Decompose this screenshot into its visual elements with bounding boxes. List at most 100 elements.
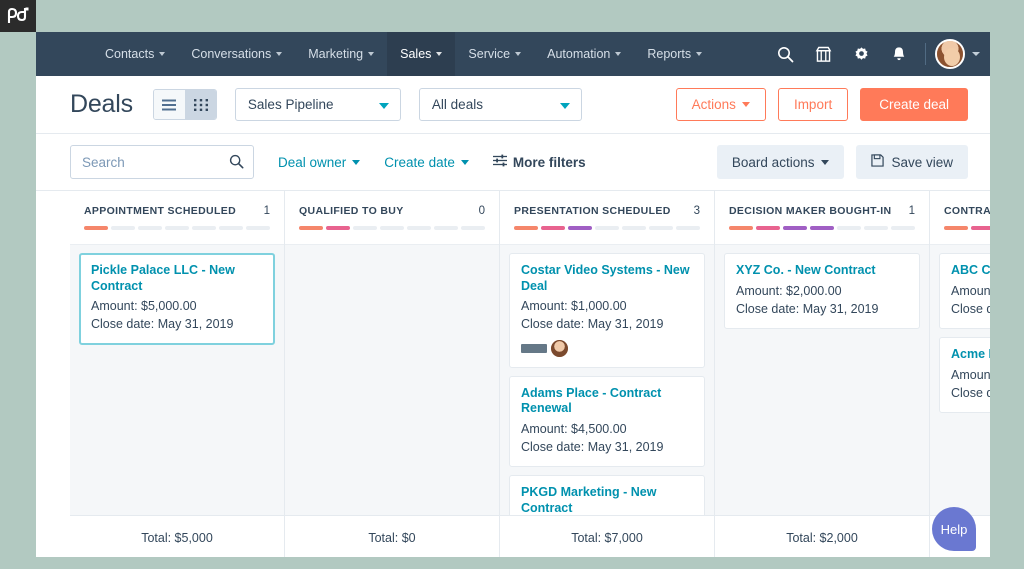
chevron-down-icon — [276, 52, 283, 56]
stage-progress-indicator — [944, 226, 990, 230]
stage-progress-segment — [568, 226, 592, 230]
help-button[interactable]: Help — [932, 507, 976, 551]
stage-progress-segment — [514, 226, 538, 230]
app-window: Contacts Conversations Marketing Sales S… — [36, 32, 990, 557]
more-filters-button[interactable]: More filters — [492, 154, 586, 170]
chevron-down-icon — [378, 102, 389, 109]
stage-progress-segment — [407, 226, 431, 230]
search-input[interactable] — [71, 146, 253, 178]
column-card-list[interactable] — [285, 245, 499, 515]
import-button[interactable]: Import — [777, 88, 849, 121]
pipeline-select[interactable]: Sales Pipeline — [234, 88, 401, 121]
deal-card-title[interactable]: PKGD Marketing - New Contract — [521, 485, 693, 515]
deal-card[interactable]: PKGD Marketing - New ContractAmount: $1,… — [509, 475, 705, 515]
stage-progress-segment — [891, 226, 915, 230]
notifications-bell-icon[interactable] — [880, 32, 918, 76]
deal-card-amount: Amount: $2,500.00 — [951, 367, 990, 382]
column-stage-name: DECISION MAKER BOUGHT-IN — [729, 205, 892, 217]
search-field[interactable] — [70, 145, 254, 179]
chevron-down-icon — [741, 102, 750, 107]
chevron-down-icon — [352, 159, 361, 165]
stage-progress-segment — [971, 226, 990, 230]
search-icon[interactable] — [229, 154, 244, 174]
stage-progress-segment — [353, 226, 377, 230]
chevron-down-icon — [821, 159, 830, 165]
save-view-button[interactable]: Save view — [856, 145, 968, 179]
column-total: Total: $2,000 — [715, 515, 929, 557]
column-header-row: APPOINTMENT SCHEDULED 1 — [84, 205, 270, 217]
deal-card[interactable]: Pickle Palace LLC - New Contract Amount: … — [79, 253, 275, 345]
deal-card-title[interactable]: Adams Place - Contract Renewal — [521, 386, 693, 417]
nav-item-service[interactable]: Service — [455, 32, 534, 76]
deals-filter-value: All deals — [431, 97, 483, 112]
settings-gear-icon[interactable] — [842, 32, 880, 76]
deal-card-title[interactable]: Pickle Palace LLC - New Contract — [91, 263, 263, 294]
header-actions: Actions Import Create deal — [675, 88, 968, 121]
board-actions-button[interactable]: Board actions — [716, 145, 845, 179]
column-stage-name: PRESENTATION SCHEDULED — [514, 205, 671, 217]
chevron-down-icon — [696, 52, 703, 56]
column-card-list[interactable]: ABC Co. - New Contract Amount: $3,000.00 C… — [930, 245, 990, 515]
create-deal-button[interactable]: Create deal — [860, 88, 968, 121]
deal-card-title[interactable]: Costar Video Systems - New Deal — [521, 263, 693, 294]
nav-label: Conversations — [191, 47, 272, 61]
deal-card-title[interactable]: Acme Inc. - New Contract — [951, 347, 990, 363]
deal-owner-filter[interactable]: Deal owner — [278, 155, 361, 170]
deal-card-amount: Amount: $2,000.00 — [736, 283, 842, 298]
top-navigation-bar: Contacts Conversations Marketing Sales S… — [36, 32, 990, 76]
deal-card[interactable]: Acme Inc. - New Contract Amount: $2,500.0… — [939, 336, 990, 413]
column-deal-count: 1 — [263, 205, 270, 217]
deal-card-title[interactable]: XYZ Co. - New Contract — [736, 263, 908, 279]
stage-progress-segment — [219, 226, 243, 230]
deals-filter-select[interactable]: All deals — [418, 88, 582, 121]
search-icon[interactable] — [766, 32, 804, 76]
nav-item-sales[interactable]: Sales — [387, 32, 456, 76]
create-date-filter[interactable]: Create date — [384, 155, 469, 170]
column-header: CONTRACT SENT — [930, 191, 990, 245]
nav-item-reports[interactable]: Reports — [634, 32, 715, 76]
column-header: DECISION MAKER BOUGHT-IN 1 — [715, 191, 929, 245]
nav-label: Marketing — [308, 47, 364, 61]
column-header-row: PRESENTATION SCHEDULED 3 — [514, 205, 700, 217]
nav-item-automation[interactable]: Automation — [534, 32, 634, 76]
column-card-list[interactable]: Costar Video Systems - New Deal Amount: $… — [500, 245, 714, 515]
nav-label: Contacts — [105, 47, 155, 61]
deal-card[interactable]: Costar Video Systems - New Deal Amount: $… — [509, 253, 705, 368]
board-column[interactable]: DECISION MAKER BOUGHT-IN 1 XYZ Co. - New C… — [715, 191, 930, 557]
column-card-list[interactable]: XYZ Co. - New Contract Amount: $2,000.00 C… — [715, 245, 929, 515]
column-total: Total: $7,000 — [500, 515, 714, 557]
nav-item-marketing[interactable]: Marketing — [295, 32, 387, 76]
chevron-down-icon — [615, 52, 622, 56]
column-header-row: CONTRACT SENT — [944, 205, 990, 217]
board-column[interactable]: APPOINTMENT SCHEDULED 1 Pickle Palace LLC … — [70, 191, 285, 557]
board-column[interactable]: PRESENTATION SCHEDULED 3 Costar Video Syst… — [500, 191, 715, 557]
owner-avatar-image — [551, 339, 568, 357]
board-column[interactable]: QUALIFIED TO BUY 0 Total: $0 — [285, 191, 500, 557]
user-menu[interactable] — [933, 39, 980, 69]
list-view-button[interactable] — [153, 90, 185, 119]
deal-card-amount: Amount: $4,500.00 — [521, 421, 627, 436]
chevron-down-icon — [972, 52, 980, 56]
deal-card-amount: Amount: $1,000.00 — [521, 299, 627, 314]
nav-item-conversations[interactable]: Conversations — [178, 32, 295, 76]
column-stage-name: APPOINTMENT SCHEDULED — [84, 205, 237, 217]
stage-progress-segment — [837, 226, 861, 230]
page-header: Deals Sales Pipeline All deals Actions I… — [36, 76, 990, 134]
column-card-list[interactable]: Pickle Palace LLC - New Contract Amount: … — [70, 245, 284, 515]
board-columns[interactable]: APPOINTMENT SCHEDULED 1 Pickle Palace LLC … — [36, 191, 990, 557]
board-column[interactable]: CONTRACT SENT ABC Co. - New Contract Amoun… — [930, 191, 990, 557]
nav-item-contacts[interactable]: Contacts — [92, 32, 178, 76]
owner-avatar — [551, 339, 568, 357]
deal-card[interactable]: ABC Co. - New Contract Amount: $3,000.00 C… — [939, 253, 990, 329]
stage-progress-segment — [246, 226, 270, 230]
chevron-down-icon — [436, 52, 443, 56]
actions-button[interactable]: Actions — [675, 88, 766, 121]
filter-bar: Deal owner Create date More filters Boar… — [36, 134, 990, 191]
column-header-row: DECISION MAKER BOUGHT-IN 1 — [729, 205, 915, 217]
deal-card[interactable]: Adams Place - Contract Renewal Amount: $4… — [509, 375, 705, 467]
board-view-button[interactable] — [184, 90, 216, 119]
column-header-row: QUALIFIED TO BUY 0 — [299, 205, 485, 217]
deal-card[interactable]: XYZ Co. - New Contract Amount: $2,000.00 C… — [724, 253, 920, 329]
deal-card-title[interactable]: ABC Co. - New Contract — [951, 263, 990, 279]
marketplace-icon[interactable] — [804, 32, 842, 76]
